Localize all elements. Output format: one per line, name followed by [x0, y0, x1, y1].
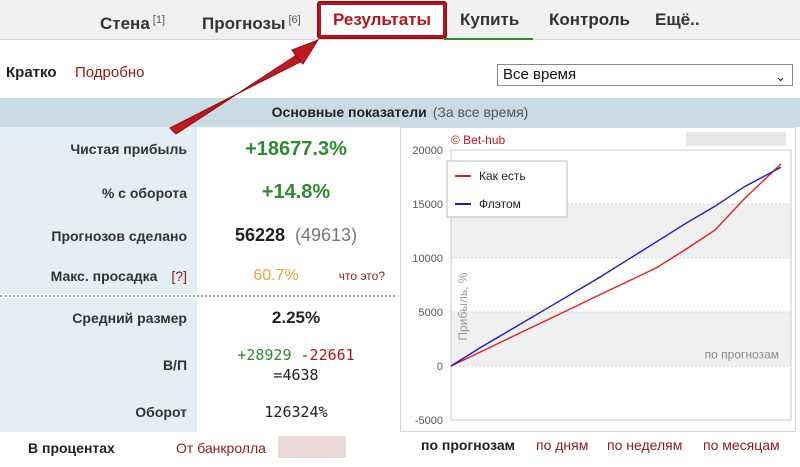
tab-forecasts-count: [6] [288, 14, 301, 26]
stat-row-turnover: Оборот 126324% [0, 392, 395, 432]
stat-row-wl: В/П +28929 -22661 =4638 [0, 338, 395, 392]
stat-row-max-drawdown: Макс. просадка [?] 60.7% что это? [0, 257, 395, 294]
y-tick-label: -5000 [415, 415, 443, 427]
wl-losses: -22661 [300, 346, 355, 364]
top-nav: Стена [1] Прогнозы [6] Результаты Купить К… [0, 0, 800, 40]
y-tick-label: 0 [437, 361, 443, 373]
stat-value-turnover-pct: +14.8% [197, 171, 395, 214]
stat-row-net-profit: Чистая прибыль +18677.3% [0, 127, 395, 171]
stat-value-turnover: 126324% [197, 392, 395, 432]
tab-more-label: Ещё.. [655, 10, 700, 29]
stat-label: Средний размер [0, 298, 197, 338]
tab-buy-label: Купить [460, 10, 520, 29]
stats-table: Чистая прибыль +18677.3% % с оборота +14… [0, 127, 395, 432]
tab-control-label: Контроль [549, 10, 630, 29]
stat-label: Чистая прибыль [0, 127, 197, 171]
y-tick-label: 20000 [412, 145, 443, 157]
what-is-this-link[interactable]: что это? [339, 269, 385, 283]
mode-from-bankroll-link[interactable]: От банкролла [176, 440, 266, 456]
tab-forecasts-label: Прогнозы [202, 14, 286, 33]
chevron-down-icon: ⌄ [775, 69, 786, 84]
tab-more[interactable]: Ещё.. [655, 0, 700, 40]
panel-header: Основные показатели (За все время) [0, 98, 800, 127]
granularity-by-weeks-link[interactable]: по неделям [607, 437, 682, 453]
view-switcher: Кратко Подробно Все время ⌄ [0, 40, 800, 98]
tab-results-label: Результаты [333, 10, 432, 29]
y-axis-label: Прибыль, % [456, 272, 470, 340]
stat-value-max-drawdown: 60.7% что это? [197, 257, 395, 294]
granularity-by-days-link[interactable]: по дням [536, 437, 588, 453]
tab-wall-count: [1] [152, 14, 166, 26]
forecasts-made-count: 56228 [234, 225, 285, 245]
drawdown-help-link[interactable]: [?] [171, 268, 187, 284]
y-tick-label: 15000 [412, 199, 443, 211]
stat-value-net-profit: +18677.3% [197, 127, 395, 171]
drawdown-value: 60.7% [253, 266, 299, 284]
separator [0, 295, 395, 297]
profit-chart: 20000 15000 10000 5000 0 -5000 © Bet-hub Прибыл… [400, 127, 796, 432]
stat-row-avg-size: Средний размер 2.25% [0, 298, 395, 338]
stat-label: В/П [0, 338, 197, 392]
stat-label: Макс. просадка [50, 267, 158, 284]
period-select-value: Все время [503, 66, 577, 83]
panel-title: Основные показатели [271, 104, 427, 120]
granularity-by-months-link[interactable]: по месяцам [703, 437, 780, 453]
tab-results[interactable]: Результаты [318, 2, 447, 38]
tab-buy[interactable]: Купить [444, 0, 533, 40]
bottom-row: В процентах От банкролла по прогнозам по… [0, 432, 800, 467]
blurred-text [278, 436, 346, 458]
wl-wins: +28929 [237, 346, 292, 364]
view-detailed-link[interactable]: Подробно [75, 64, 144, 81]
tab-forecasts[interactable]: Прогнозы [6] [202, 0, 301, 40]
stat-label: % с оборота [0, 171, 197, 214]
tab-wall-label: Стена [100, 14, 150, 33]
mode-in-percent[interactable]: В процентах [28, 440, 115, 456]
legend-label: Флэтом [479, 197, 521, 211]
legend-label: Как есть [479, 169, 526, 183]
stat-value-avg-size: 2.25% [197, 298, 395, 338]
stat-row-turnover-pct: % с оборота +14.8% [0, 171, 395, 214]
tab-wall[interactable]: Стена [1] [100, 0, 165, 40]
stat-value-forecasts-made: 56228 (49613) [197, 214, 395, 257]
stat-row-forecasts-made: Прогнозов сделано 56228 (49613) [0, 214, 395, 257]
stat-label: Прогнозов сделано [0, 214, 197, 257]
wl-line: +28929 -22661 [237, 345, 354, 365]
blurred-text [686, 132, 786, 146]
stat-label: Оборот [0, 392, 197, 432]
stat-label-max-drawdown: Макс. просадка [?] [0, 257, 197, 294]
panel-subtitle: (За все время) [432, 104, 529, 120]
forecasts-made-extra: (49613) [295, 225, 358, 245]
period-select[interactable]: Все время ⌄ [497, 64, 793, 86]
stat-value-wl: +28929 -22661 =4638 [197, 338, 395, 392]
y-tick-label: 5000 [419, 307, 443, 319]
granularity-by-forecasts[interactable]: по прогнозам [421, 437, 515, 453]
view-short[interactable]: Кратко [6, 64, 56, 81]
chart-watermark: © Bet-hub [451, 133, 506, 147]
y-tick-label: 10000 [412, 253, 443, 265]
wl-net: =4638 [273, 366, 319, 384]
profit-chart-svg: 20000 15000 10000 5000 0 -5000 © Bet-hub Прибыл… [412, 133, 792, 427]
x-axis-label: по прогнозам [705, 347, 779, 361]
tab-control[interactable]: Контроль [549, 0, 630, 40]
